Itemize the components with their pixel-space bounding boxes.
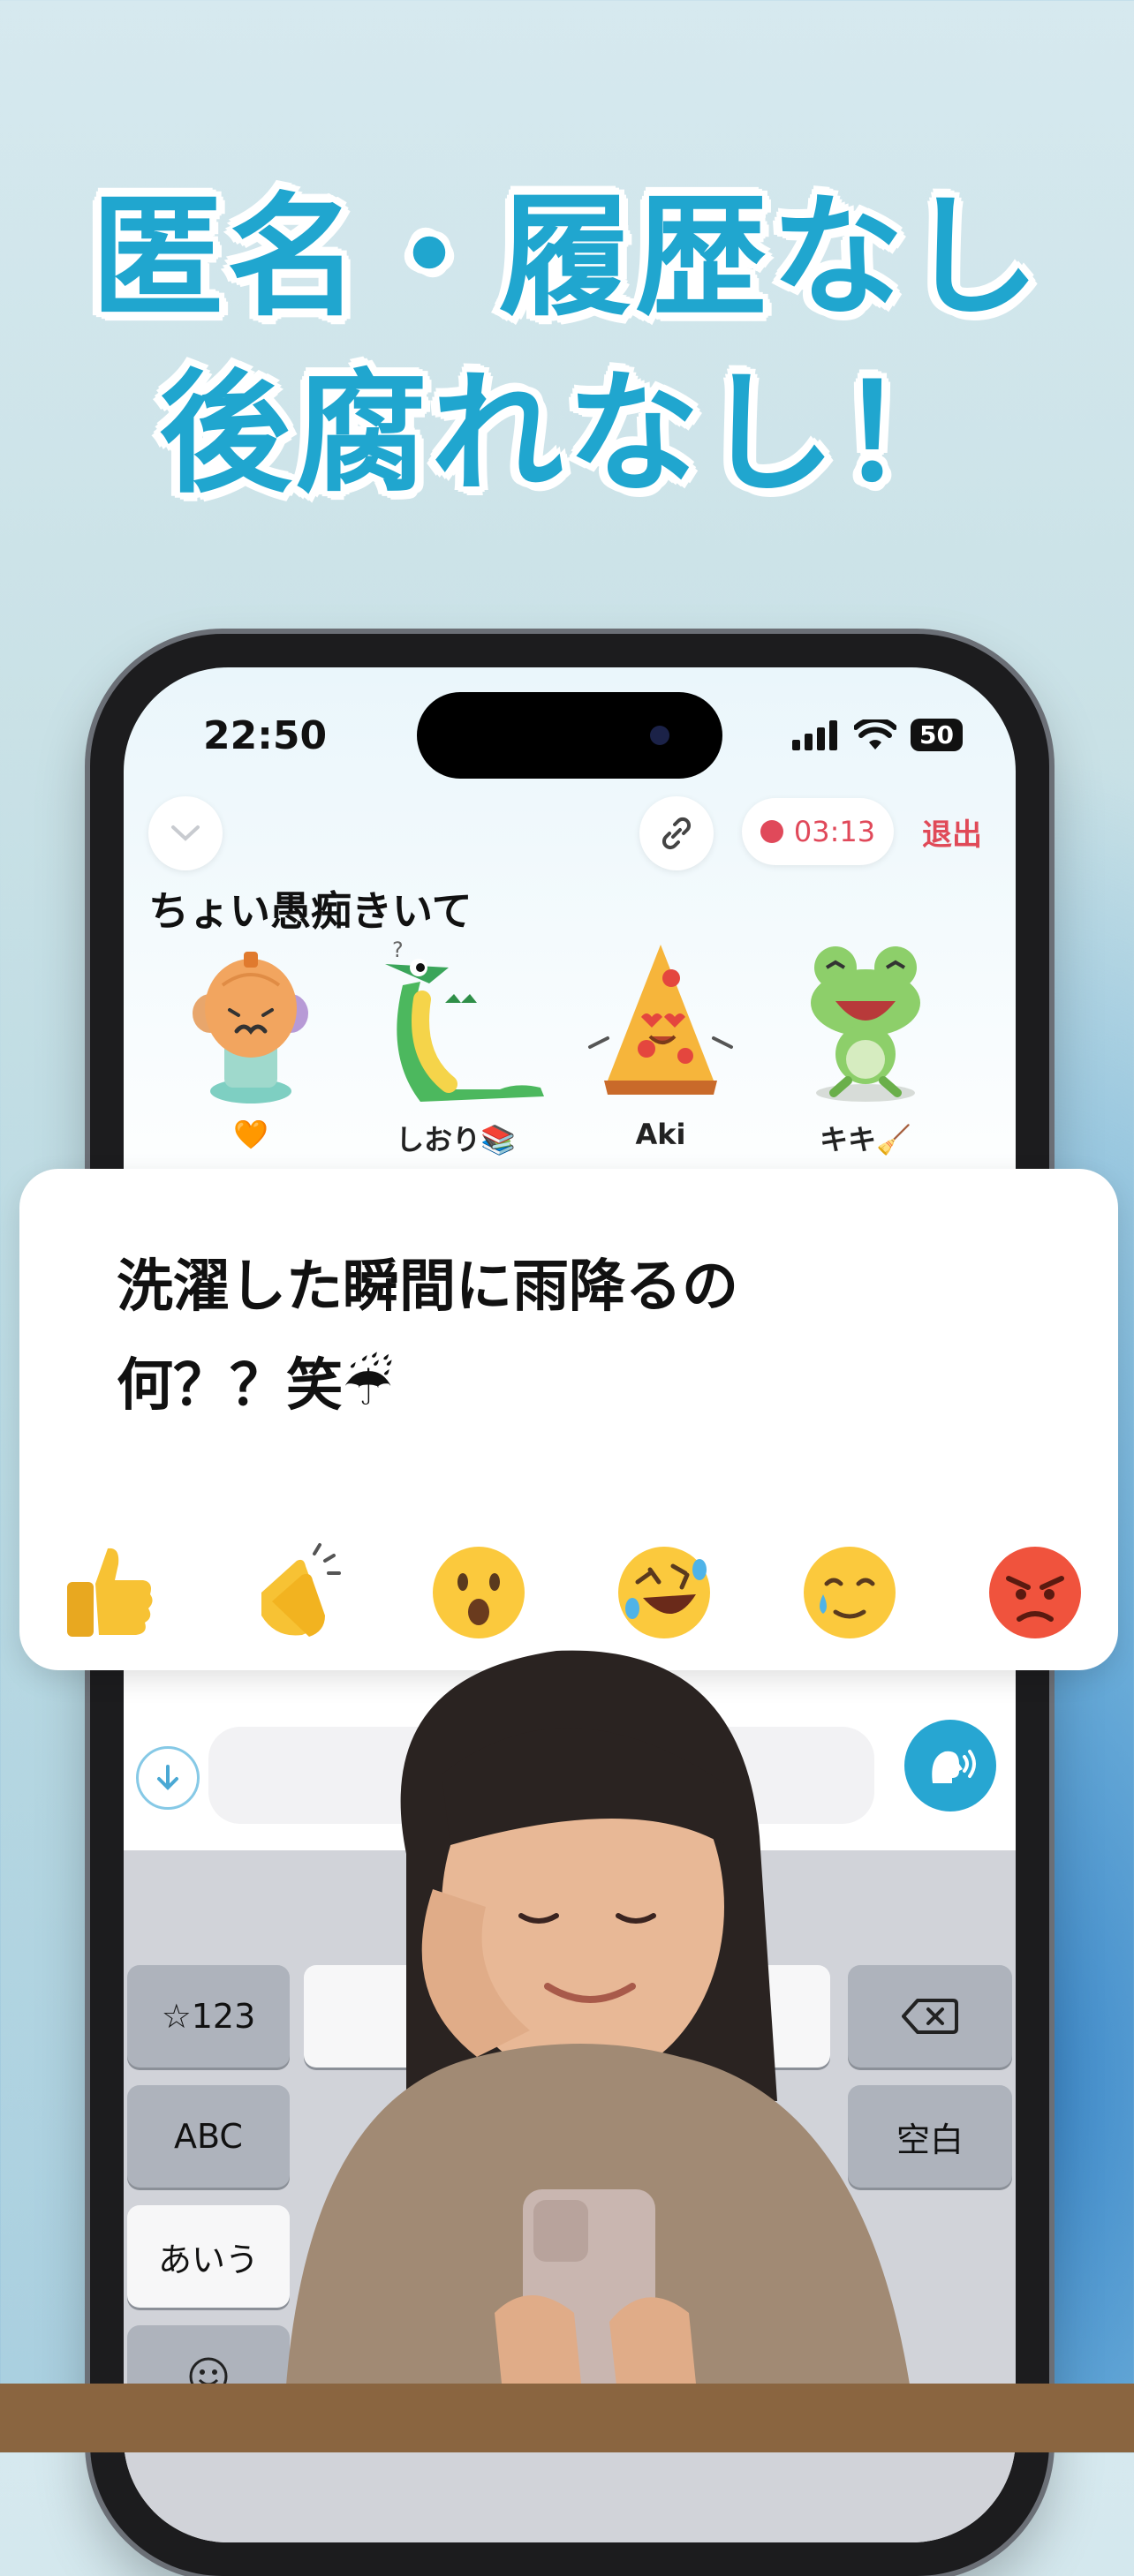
participant-name-3: Aki [635,1118,686,1151]
chevron-down-icon [171,825,200,841]
reaction-bar [55,1540,1088,1646]
headline-line-1: 匿名・履歴なし [90,181,1043,335]
participant-name-2: しおり📚 [396,1123,516,1156]
reaction-thumbs-up[interactable] [55,1540,161,1646]
wifi-icon [854,719,897,749]
reaction-surprised[interactable] [426,1540,532,1646]
status-icons: 50 [792,719,963,751]
exit-button[interactable]: 退出 [922,810,982,854]
pumpkin-avatar-icon[interactable] [163,932,339,1109]
frog-avatar-icon[interactable] [777,932,954,1109]
cellular-signal-icon [792,719,838,750]
svg-text:?: ? [392,938,404,962]
clapping-hands-icon [261,1543,341,1637]
desk [0,2384,1134,2452]
battery-indicator: 50 [911,719,963,751]
record-dot-icon [760,820,783,843]
participant-name-1: 🧡 [233,1118,268,1151]
smiling-face-with-tear-icon [804,1547,896,1638]
message-line-2: 何？？笑☔ [117,1353,394,1419]
share-link-button[interactable] [639,796,714,870]
recording-timer: 03:13 [742,798,894,865]
message-card: 洗濯した瞬間に雨降るの 何？？笑☔ [19,1169,1118,1670]
thumbs-up-icon [67,1548,153,1637]
reaction-rofl[interactable] [611,1540,717,1646]
message-line-1: 洗濯した瞬間に雨降るの [117,1254,738,1320]
scroll-down-button[interactable] [136,1746,200,1810]
smiling-woman-photo [283,1650,919,2452]
message-text: 洗濯した瞬間に雨降るの 何？？笑☔ [117,1238,1035,1435]
status-time: 22:50 [203,713,328,758]
reaction-tearful-smile[interactable] [797,1540,903,1646]
rolling-laughing-face-icon [618,1547,710,1638]
dynamic-island [417,692,722,779]
arrow-down-icon [157,1765,178,1790]
reaction-clap[interactable] [240,1540,346,1646]
participant-name-4: キキ🧹 [820,1123,911,1156]
camera-icon [650,726,669,745]
collapse-button[interactable] [148,796,223,870]
room-title: ちょい愚痴きいて [148,887,472,935]
recording-time: 03:13 [793,815,876,848]
reaction-angry[interactable] [982,1540,1088,1646]
pizza-avatar-icon[interactable] [572,932,749,1109]
crocodile-avatar-icon[interactable]: ? [367,932,544,1109]
headline-line-2: 後腐れなし！ [158,358,975,511]
surprised-face-icon [433,1547,525,1638]
angry-face-icon [989,1547,1081,1638]
link-icon [662,817,692,850]
